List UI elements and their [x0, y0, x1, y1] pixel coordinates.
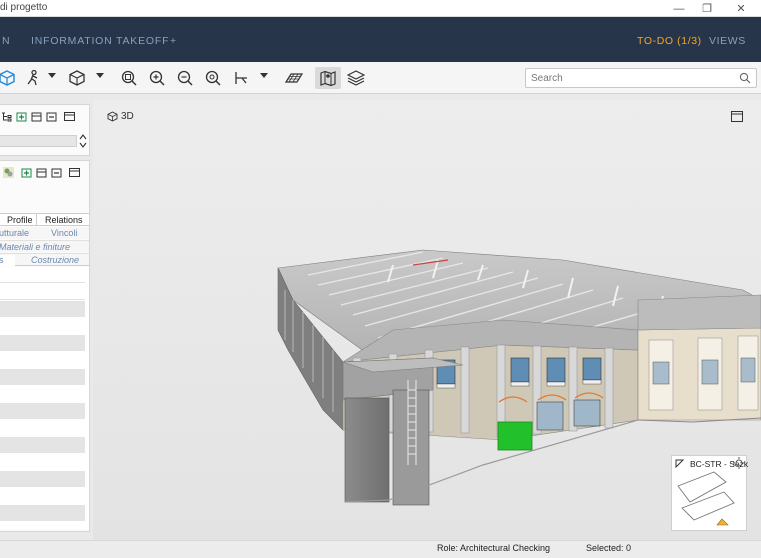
property-row[interactable]	[0, 369, 85, 385]
zoom-fit-icon[interactable]	[118, 67, 140, 89]
map-icon[interactable]	[315, 67, 341, 89]
camera-position-icon	[716, 518, 729, 526]
property-row[interactable]	[0, 471, 85, 487]
nav-tab-partial[interactable]: N	[2, 35, 10, 47]
tabs-row-2: utturale Vincoli	[0, 227, 89, 239]
role-status: Role: Architectural Checking	[437, 543, 551, 553]
close-button[interactable]: ✕	[727, 0, 755, 17]
search-box	[525, 68, 757, 88]
nav-tab-information-takeoff[interactable]: INFORMATION TAKEOFF	[31, 35, 169, 47]
box-icon[interactable]	[66, 67, 88, 89]
minimap-plan	[677, 471, 735, 526]
todo-link[interactable]: TO-DO (1/3)	[637, 35, 702, 47]
tabs-row-4: s Costruzione	[0, 253, 89, 266]
minimize-button[interactable]: —	[665, 0, 693, 17]
property-row[interactable]	[0, 267, 85, 283]
walk-icon[interactable]	[22, 67, 44, 89]
search-input[interactable]	[531, 71, 731, 85]
floor-icon[interactable]	[36, 167, 47, 178]
tabs-row-3: Materiali e finiture	[0, 240, 89, 252]
zoom-in-icon[interactable]	[146, 67, 168, 89]
box-dropdown-caret[interactable]	[96, 73, 104, 78]
3d-viewport[interactable]: 3D	[93, 100, 761, 540]
hierarchy-icon[interactable]	[1, 111, 12, 122]
floor-add-icon[interactable]	[21, 167, 32, 178]
spinner-icon[interactable]	[79, 133, 87, 149]
minimap[interactable]: BC-STR - Sezk	[671, 455, 748, 531]
tab-costruzione[interactable]: Costruzione	[31, 255, 79, 265]
section-plane-icon[interactable]	[283, 67, 305, 89]
tab-profile[interactable]: Profile	[7, 215, 33, 225]
tab-materiali-e-finiture[interactable]: Materiali e finiture	[0, 242, 70, 252]
restore-button[interactable]: ❐	[693, 0, 721, 17]
floors-panel	[0, 104, 90, 156]
property-row[interactable]	[0, 437, 85, 453]
window-icon[interactable]	[69, 167, 80, 178]
title-bar: di progetto — ❐ ✕	[0, 0, 761, 17]
window-icon[interactable]	[64, 111, 75, 122]
tab-vincoli[interactable]: Vincoli	[51, 228, 77, 238]
properties-panel-toolbar	[3, 167, 80, 178]
property-row[interactable]	[0, 284, 85, 300]
walk-dropdown-caret[interactable]	[48, 73, 56, 78]
main-nav: N INFORMATION TAKEOFF + TO-DO (1/3) VIEW…	[0, 17, 761, 62]
collapse-corner-icon[interactable]	[675, 459, 684, 468]
property-row[interactable]	[0, 488, 85, 504]
measure-dropdown-caret[interactable]	[260, 73, 268, 78]
property-row[interactable]	[0, 335, 85, 351]
property-row[interactable]	[0, 352, 85, 368]
measure-icon[interactable]	[230, 67, 252, 89]
tag-filter-icon[interactable]	[3, 167, 14, 178]
main-toolbar	[0, 62, 761, 94]
cube-view-icon[interactable]	[0, 67, 18, 89]
selection-status: Selected: 0	[586, 543, 632, 553]
property-grid	[0, 267, 89, 529]
window-title: di progetto	[0, 2, 48, 13]
floor-remove-icon[interactable]	[46, 111, 57, 122]
views-link[interactable]: VIEWS	[709, 35, 746, 47]
settings-icon[interactable]	[732, 456, 746, 470]
tab-relations[interactable]: Relations	[45, 215, 83, 225]
floor-add-icon[interactable]	[16, 111, 27, 122]
property-row[interactable]	[0, 454, 85, 470]
floor-selector[interactable]	[0, 135, 77, 147]
property-row[interactable]	[0, 505, 85, 521]
property-row[interactable]	[0, 403, 85, 419]
floors-panel-toolbar	[1, 111, 75, 122]
highlighted-element[interactable]	[497, 421, 533, 451]
property-row[interactable]	[0, 386, 85, 402]
floor-remove-icon[interactable]	[51, 167, 62, 178]
property-row[interactable]	[0, 301, 85, 317]
tabs-row-1: Profile Relations	[0, 213, 89, 226]
building-model[interactable]	[93, 100, 761, 540]
floor-icon[interactable]	[31, 111, 42, 122]
nav-add-tab-button[interactable]: +	[170, 35, 177, 47]
tab-strutturale[interactable]: utturale	[0, 228, 29, 238]
property-row[interactable]	[0, 420, 85, 436]
zoom-out-icon[interactable]	[174, 67, 196, 89]
status-bar: Role: Architectural Checking Selected: 0	[0, 540, 761, 558]
layers-icon[interactable]	[345, 67, 367, 89]
properties-panel: Profile Relations utturale Vincoli Mater…	[0, 160, 90, 532]
property-row[interactable]	[0, 318, 85, 334]
zoom-window-icon[interactable]	[202, 67, 224, 89]
search-icon[interactable]	[739, 72, 751, 84]
tab-active-partial[interactable]: s	[0, 255, 15, 266]
